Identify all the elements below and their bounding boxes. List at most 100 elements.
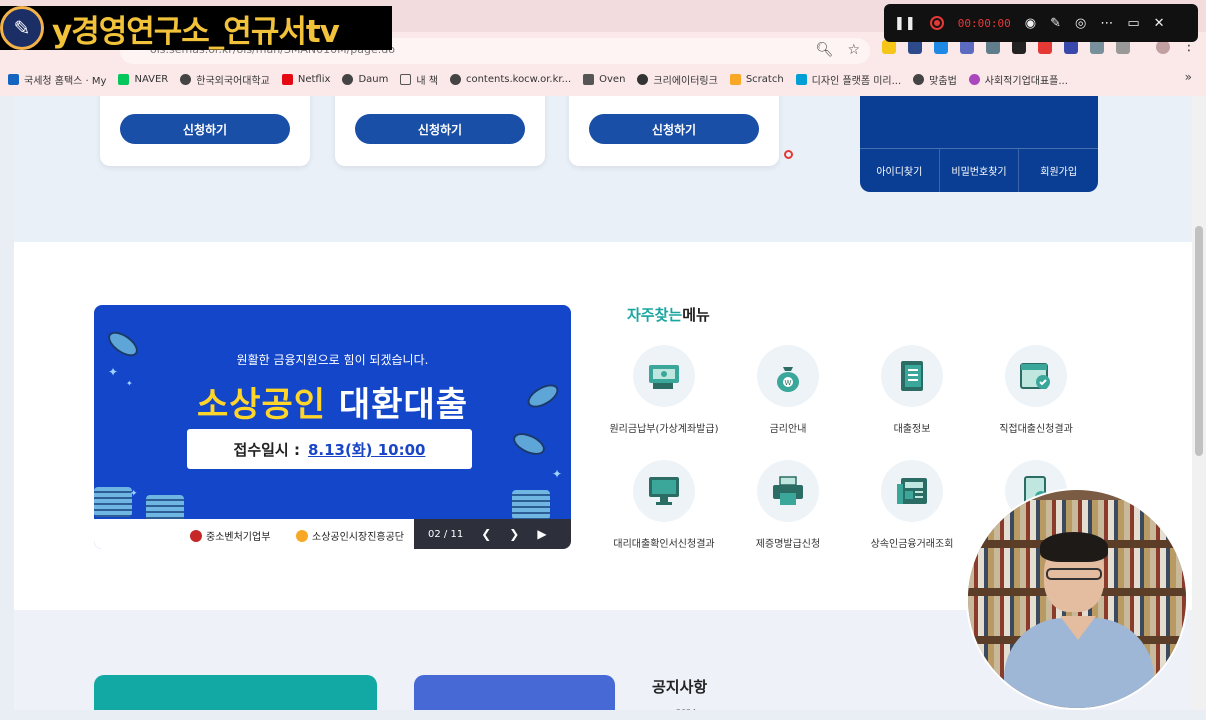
bookmark-favicon-icon xyxy=(968,73,980,85)
menu-item[interactable]: 대출정보 xyxy=(847,345,977,435)
bookmark-item[interactable]: 한국외국어대학교 xyxy=(180,72,270,87)
apply-button[interactable]: 신청하기 xyxy=(589,114,759,144)
frequent-menu-title: 자주찾는메뉴 xyxy=(627,306,710,324)
status-tile[interactable] xyxy=(414,675,615,710)
service-card: 신청하기 xyxy=(100,96,310,166)
menu-item[interactable]: W 금리안내 xyxy=(723,345,853,435)
globe-icon xyxy=(180,73,192,85)
document-list-icon xyxy=(881,345,943,407)
find-id-link[interactable]: 아이디찾기 xyxy=(860,149,940,192)
promo-banner[interactable]: ✦ ✦ ✦ ✦ 원활한 금융지원으로 힘이 되겠습니다. 소상공인 대환대출 접… xyxy=(94,305,571,549)
extension-bar xyxy=(882,40,1170,54)
bookmark-star-icon[interactable]: ☆ xyxy=(847,42,860,58)
prev-slide-button[interactable]: ❮ xyxy=(481,527,491,541)
channel-logo-overlay: ✎ y경영연구소_연규서tv xyxy=(0,6,392,50)
svg-text:W: W xyxy=(785,379,792,387)
bookmark-item[interactable]: contents.kocw.or.kr... xyxy=(449,73,571,85)
page-scrollbar[interactable] xyxy=(1192,96,1206,710)
bookmarks-more-icon[interactable]: » xyxy=(1185,70,1192,84)
bookmark-item[interactable]: NAVER xyxy=(118,73,168,85)
pen-icon[interactable]: ✎ xyxy=(1050,16,1061,31)
screen-recorder-toolbar: ❚❚ 00:00:00 ◉ ✎ ◎ ⋯ ▭ ✕ xyxy=(884,4,1198,42)
find-password-link[interactable]: 비밀번호찾기 xyxy=(940,149,1020,192)
semas-logo-icon xyxy=(296,529,308,542)
extension-icon[interactable] xyxy=(1090,40,1104,54)
login-links: 아이디찾기 비밀번호찾기 회원가입 xyxy=(860,148,1098,192)
avatar[interactable] xyxy=(1156,40,1170,54)
apply-button[interactable]: 신청하기 xyxy=(355,114,525,144)
extension-icon[interactable] xyxy=(882,40,896,54)
bookmark-item[interactable]: Scratch xyxy=(729,73,784,85)
coin-stack-decoration xyxy=(94,487,132,517)
close-icon[interactable]: ✕ xyxy=(1154,16,1165,31)
zoom-icon[interactable]: 🔍︎ xyxy=(816,42,834,58)
menu-item[interactable]: 원리금납부(가상계좌발급) xyxy=(599,345,729,435)
calendar-check-icon xyxy=(1005,345,1067,407)
camera-icon[interactable]: ◉ xyxy=(1025,16,1036,31)
star-icon: ✦ xyxy=(130,489,138,499)
bookmark-item[interactable]: 국세청 홈택스 · My xyxy=(8,72,106,87)
recording-time: 00:00:00 xyxy=(957,16,1011,30)
extension-icon[interactable] xyxy=(986,40,1000,54)
next-slide-button[interactable]: ❯ xyxy=(509,527,519,541)
globe-icon xyxy=(342,73,354,85)
glasses-icon xyxy=(1046,568,1102,580)
pen-nib-icon: ✎ xyxy=(0,6,44,50)
record-icon[interactable] xyxy=(929,16,944,30)
download-icon[interactable] xyxy=(1064,40,1078,54)
bookmark-item[interactable]: 디자인 플랫폼 미리... xyxy=(795,72,901,87)
extension-icon[interactable] xyxy=(960,40,974,54)
monitor-icon xyxy=(633,460,695,522)
bookmark-item[interactable]: 크리에이터링크 xyxy=(637,72,718,87)
page-indicator: 02 / 11 xyxy=(428,528,464,540)
folder-icon xyxy=(400,73,412,85)
org-semas: 소상공인시장진흥공단 xyxy=(296,528,404,543)
scrollbar-thumb[interactable] xyxy=(1195,226,1203,456)
service-card: 신청하기 xyxy=(569,96,779,166)
pause-icon[interactable]: ❚❚ xyxy=(894,16,916,31)
coin-stack-decoration xyxy=(512,490,550,520)
bookmark-item[interactable]: 내 책 xyxy=(400,72,438,87)
extension-icon[interactable] xyxy=(1038,40,1052,54)
service-card: 신청하기 xyxy=(335,96,545,166)
banner-title: 소상공인 대환대출 xyxy=(196,385,469,425)
bookmark-item[interactable]: 맞춤법 xyxy=(913,72,957,87)
play-button[interactable]: ▶ xyxy=(537,527,546,541)
printer-icon xyxy=(757,460,819,522)
menu-item[interactable]: 대리대출확인서신청결과 xyxy=(599,460,729,550)
policy-fund-tile[interactable] xyxy=(94,675,377,710)
bookmark-item[interactable]: Daum xyxy=(342,73,388,85)
extension-icon[interactable] xyxy=(934,40,948,54)
screen-icon[interactable]: ▭ xyxy=(1127,16,1139,31)
menu-item[interactable]: 제증명발급신청 xyxy=(723,460,853,550)
banner-footer: 중소벤처기업부 소상공인시장진흥공단 02 / 11 ❮ ❯ ▶ xyxy=(94,519,571,549)
bookmark-item[interactable]: Netflix xyxy=(281,73,330,85)
bookmark-item[interactable]: Oven xyxy=(583,73,625,85)
globe-icon xyxy=(913,73,925,85)
url-actions: 🔍︎ ☆ xyxy=(816,42,860,58)
scratch-icon xyxy=(729,73,741,85)
bookmarks-bar: 국세청 홈택스 · My NAVER 한국외국어대학교 Netflix Daum… xyxy=(0,66,1206,92)
star-icon: ✦ xyxy=(552,467,563,481)
menu-item[interactable]: 직접대출신청결과 xyxy=(971,345,1101,435)
money-bag-icon: W xyxy=(757,345,819,407)
org-mss: 중소벤처기업부 xyxy=(190,528,270,543)
date-label: 접수일시 : xyxy=(233,440,300,459)
bookmark-favicon-icon xyxy=(637,73,649,85)
bookmark-favicon-icon xyxy=(8,73,19,85)
puzzle-icon[interactable] xyxy=(1116,40,1130,54)
more-icon[interactable]: ⋯ xyxy=(1100,16,1113,31)
taegeuk-icon xyxy=(190,529,202,542)
date-value: 8.13(화) 10:00 xyxy=(307,440,426,459)
notice-title: 공지사항 xyxy=(652,678,708,696)
apply-button[interactable]: 신청하기 xyxy=(120,114,290,144)
eye-icon[interactable]: ◎ xyxy=(1075,16,1086,31)
signup-link[interactable]: 회원가입 xyxy=(1019,149,1098,192)
bookmark-item[interactable]: 사회적기업대표플... xyxy=(968,72,1068,87)
banner-date-box: 접수일시 : 8.13(화) 10:00 xyxy=(187,429,472,469)
presenter-hair xyxy=(1040,532,1108,562)
extension-icon[interactable] xyxy=(908,40,922,54)
extension-icon[interactable] xyxy=(1012,40,1026,54)
menu-item[interactable]: 상속인금융거래조회 xyxy=(847,460,977,550)
cursor-indicator xyxy=(784,150,793,159)
